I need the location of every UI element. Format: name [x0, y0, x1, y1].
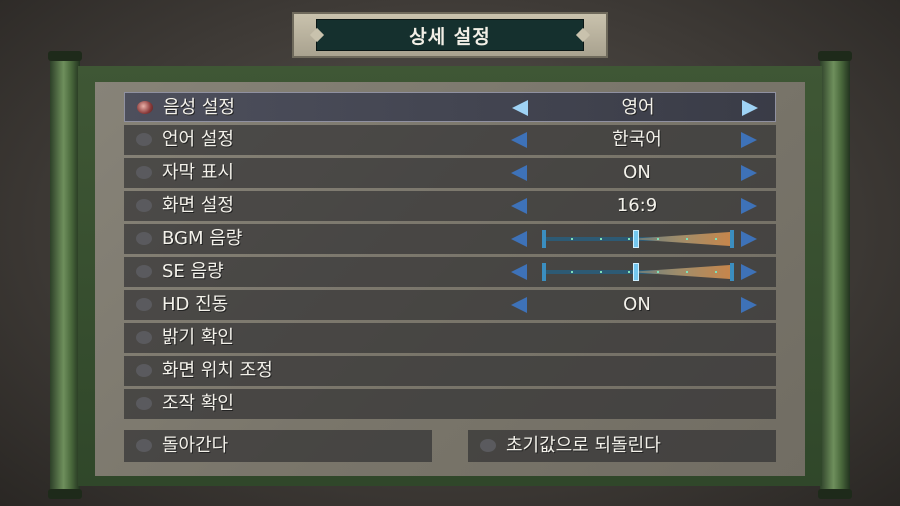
- setting-value: ON: [623, 162, 651, 183]
- bullet-icon: [136, 232, 152, 245]
- arrow-left-icon[interactable]: [511, 132, 527, 148]
- slider-tick: [628, 238, 630, 240]
- page-title: 상세 설정: [409, 25, 491, 48]
- setting-label: 화면 위치 조정: [162, 360, 273, 381]
- slider-tick: [657, 271, 659, 273]
- bullet-icon: [136, 265, 152, 278]
- slider-tick: [600, 271, 602, 273]
- bullet-icon: [136, 133, 152, 146]
- title-plaque: 상세 설정: [292, 12, 608, 58]
- setting-row-subtitles[interactable]: 자막 표시 ON: [124, 158, 776, 188]
- bullet-icon: [136, 298, 152, 311]
- slider-tick: [571, 271, 573, 273]
- slider-end-cap: [730, 230, 734, 248]
- se-volume-slider[interactable]: [542, 263, 734, 281]
- bullet-icon: [136, 199, 152, 212]
- slider-tick: [715, 238, 717, 240]
- bullet-icon: [136, 397, 152, 410]
- slider-thumb[interactable]: [633, 263, 639, 281]
- bullet-icon: [136, 166, 152, 179]
- setting-row-screen-position[interactable]: 화면 위치 조정: [124, 356, 776, 386]
- back-button-label: 돌아간다: [162, 435, 229, 456]
- bgm-volume-slider[interactable]: [542, 230, 734, 248]
- setting-value: 16:9: [616, 195, 658, 216]
- arrow-left-icon[interactable]: [511, 198, 527, 214]
- setting-row-bgm-volume[interactable]: BGM 음량: [124, 224, 776, 254]
- arrow-right-icon[interactable]: [741, 165, 757, 181]
- setting-label: BGM 음량: [162, 228, 243, 249]
- arrow-left-icon[interactable]: [511, 264, 527, 280]
- arrow-right-icon[interactable]: [741, 231, 757, 247]
- slider-start-cap: [542, 230, 546, 248]
- setting-label: 조작 확인: [162, 393, 234, 414]
- setting-value: 영어: [621, 97, 655, 118]
- slider-tick: [600, 238, 602, 240]
- arrow-left-icon[interactable]: [511, 165, 527, 181]
- slider-tick: [686, 238, 688, 240]
- setting-label: 화면 설정: [162, 195, 234, 216]
- setting-row-language[interactable]: 언어 설정 한국어: [124, 125, 776, 155]
- reset-button-label: 초기값으로 되돌린다: [506, 435, 661, 456]
- bullet-icon: [480, 439, 496, 452]
- back-button[interactable]: 돌아간다: [124, 430, 432, 462]
- setting-row-hd-vibration[interactable]: HD 진동 ON: [124, 290, 776, 320]
- setting-row-voice[interactable]: 음성 설정 영어: [124, 92, 776, 122]
- bullet-icon: [136, 364, 152, 377]
- slider-thumb[interactable]: [633, 230, 639, 248]
- slider-tick: [715, 271, 717, 273]
- setting-value: ON: [623, 294, 651, 315]
- bullet-icon: [137, 101, 153, 114]
- arrow-right-icon[interactable]: [741, 297, 757, 313]
- arrow-right-icon[interactable]: [741, 132, 757, 148]
- slider-tick: [657, 238, 659, 240]
- setting-label: SE 음량: [162, 261, 224, 282]
- bullet-icon: [136, 439, 152, 452]
- arrow-left-icon[interactable]: [511, 231, 527, 247]
- setting-row-brightness-check[interactable]: 밝기 확인: [124, 323, 776, 353]
- slider-tick: [686, 271, 688, 273]
- setting-label: 자막 표시: [162, 162, 234, 183]
- slider-tick: [571, 238, 573, 240]
- reset-defaults-button[interactable]: 초기값으로 되돌린다: [468, 430, 776, 462]
- arrow-left-icon[interactable]: [512, 100, 528, 116]
- setting-row-se-volume[interactable]: SE 음량: [124, 257, 776, 287]
- setting-label: 밝기 확인: [162, 327, 234, 348]
- slider-start-cap: [542, 263, 546, 281]
- setting-row-screen[interactable]: 화면 설정 16:9: [124, 191, 776, 221]
- scroll-rod-left: [48, 51, 82, 499]
- arrow-right-icon[interactable]: [741, 198, 757, 214]
- arrow-right-icon[interactable]: [741, 264, 757, 280]
- slider-tick: [628, 271, 630, 273]
- scroll-rod-right: [818, 51, 852, 499]
- setting-value: 한국어: [612, 129, 662, 150]
- arrow-left-icon[interactable]: [511, 297, 527, 313]
- setting-label: 언어 설정: [162, 129, 234, 150]
- setting-label: HD 진동: [162, 294, 229, 315]
- setting-label: 음성 설정: [163, 97, 235, 118]
- bullet-icon: [136, 331, 152, 344]
- slider-end-cap: [730, 263, 734, 281]
- setting-row-controls-check[interactable]: 조작 확인: [124, 389, 776, 419]
- arrow-right-icon[interactable]: [742, 100, 758, 116]
